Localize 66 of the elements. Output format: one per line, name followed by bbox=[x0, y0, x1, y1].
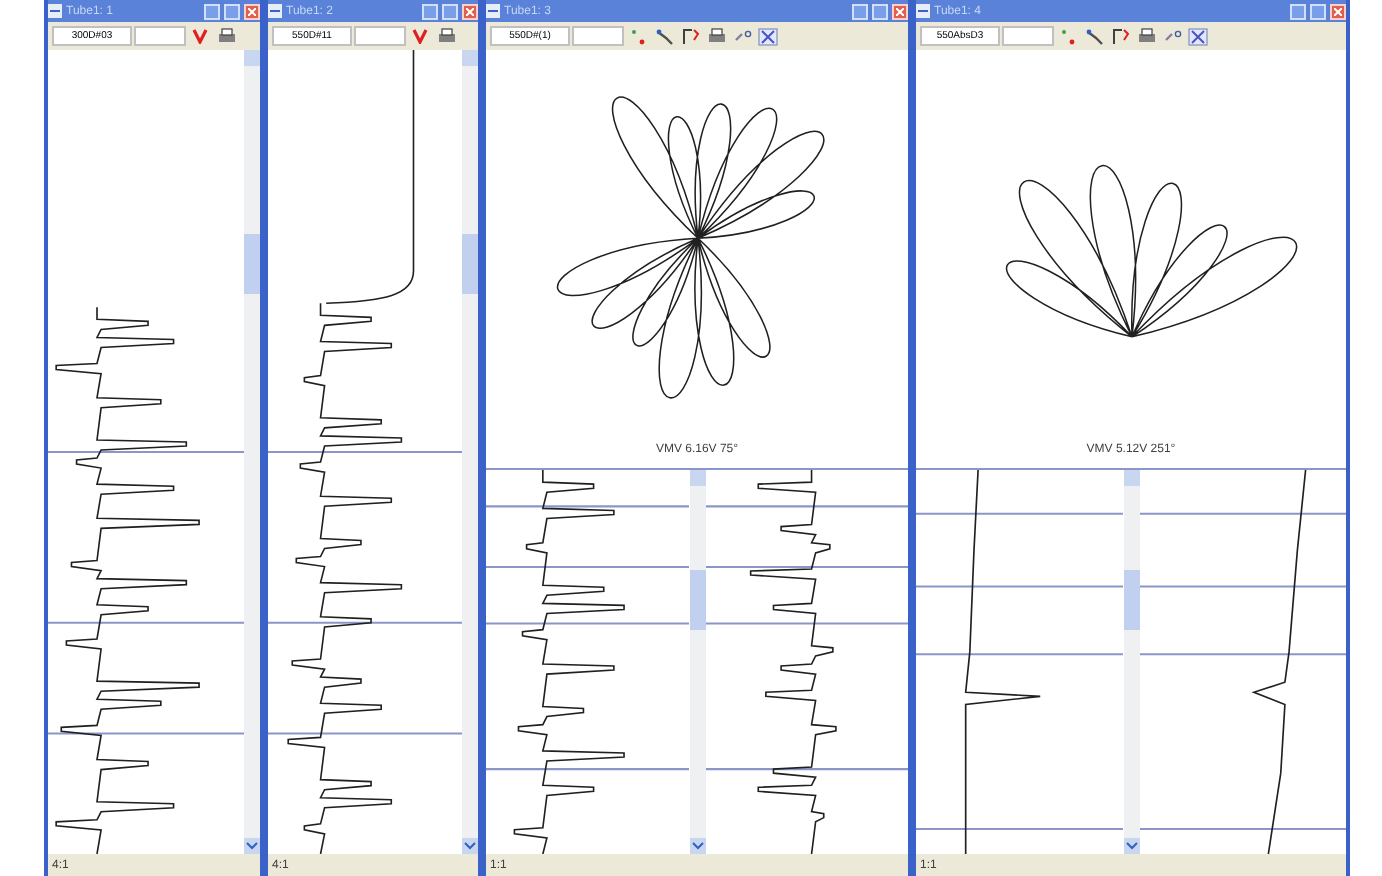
close-icon bbox=[466, 7, 474, 15]
print-button[interactable] bbox=[214, 25, 238, 47]
dots-button[interactable] bbox=[626, 25, 650, 47]
dots-icon bbox=[629, 27, 647, 45]
close-icon bbox=[248, 7, 256, 15]
scrollbar[interactable] bbox=[462, 50, 478, 854]
v-button[interactable] bbox=[408, 25, 432, 47]
dots-icon bbox=[1059, 27, 1077, 45]
printer-icon bbox=[707, 28, 725, 44]
text-field[interactable] bbox=[1002, 26, 1054, 46]
link-button[interactable] bbox=[678, 25, 702, 47]
minimize-button[interactable] bbox=[852, 3, 868, 19]
print-button[interactable] bbox=[434, 25, 458, 47]
maximize-button[interactable] bbox=[442, 3, 458, 19]
chevron-down-icon bbox=[691, 842, 703, 850]
scroll-down-button[interactable] bbox=[689, 838, 705, 854]
cross-icon bbox=[758, 27, 778, 45]
chevron-down-icon bbox=[1125, 842, 1137, 850]
print-button[interactable] bbox=[704, 25, 728, 47]
scrollbar[interactable] bbox=[244, 50, 260, 854]
scrollbar[interactable] bbox=[1123, 470, 1139, 854]
maximize-button[interactable] bbox=[1310, 3, 1326, 19]
cross-button[interactable] bbox=[1186, 25, 1210, 47]
v-mark-icon bbox=[412, 28, 428, 44]
curve-icon bbox=[1085, 27, 1103, 45]
scroll-thumb[interactable] bbox=[689, 570, 705, 630]
printer-icon bbox=[1137, 28, 1155, 44]
text-field[interactable] bbox=[354, 26, 406, 46]
v-mark-icon bbox=[192, 28, 208, 44]
close-icon bbox=[1334, 7, 1342, 15]
link-button[interactable] bbox=[1108, 25, 1132, 47]
maximize-button[interactable] bbox=[224, 3, 240, 19]
bracket-icon bbox=[681, 27, 699, 45]
scroll-thumb[interactable] bbox=[462, 234, 478, 294]
curve-icon bbox=[655, 27, 673, 45]
minimize-button[interactable] bbox=[422, 3, 438, 19]
curve-button[interactable] bbox=[1082, 25, 1106, 47]
close-icon bbox=[896, 7, 904, 15]
close-button[interactable] bbox=[462, 3, 478, 19]
cross-icon bbox=[1188, 27, 1208, 45]
scroll-down-button[interactable] bbox=[244, 838, 260, 854]
maximize-button[interactable] bbox=[872, 3, 888, 19]
scroll-thumb[interactable] bbox=[244, 234, 260, 294]
curve-button[interactable] bbox=[652, 25, 676, 47]
scrollbar[interactable] bbox=[689, 470, 705, 854]
text-field[interactable] bbox=[572, 26, 624, 46]
print-button[interactable] bbox=[1134, 25, 1158, 47]
arrow-question-icon bbox=[1163, 28, 1181, 44]
close-button[interactable] bbox=[1330, 3, 1346, 19]
text-field[interactable] bbox=[134, 26, 186, 46]
minimize-button[interactable] bbox=[204, 3, 220, 19]
minimize-button[interactable] bbox=[1290, 3, 1306, 19]
printer-icon bbox=[437, 28, 455, 44]
scroll-down-button[interactable] bbox=[462, 838, 478, 854]
scroll-down-button[interactable] bbox=[1123, 838, 1139, 854]
bracket-icon bbox=[1111, 27, 1129, 45]
close-button[interactable] bbox=[244, 3, 260, 19]
dots-button[interactable] bbox=[1056, 25, 1080, 47]
close-button[interactable] bbox=[892, 3, 908, 19]
arrow-question-icon bbox=[733, 28, 751, 44]
chevron-down-icon bbox=[246, 842, 258, 850]
chevron-down-icon bbox=[464, 842, 476, 850]
cross-button[interactable] bbox=[756, 25, 780, 47]
v-button[interactable] bbox=[188, 25, 212, 47]
scroll-thumb[interactable] bbox=[1123, 570, 1139, 630]
printer-icon bbox=[217, 28, 235, 44]
